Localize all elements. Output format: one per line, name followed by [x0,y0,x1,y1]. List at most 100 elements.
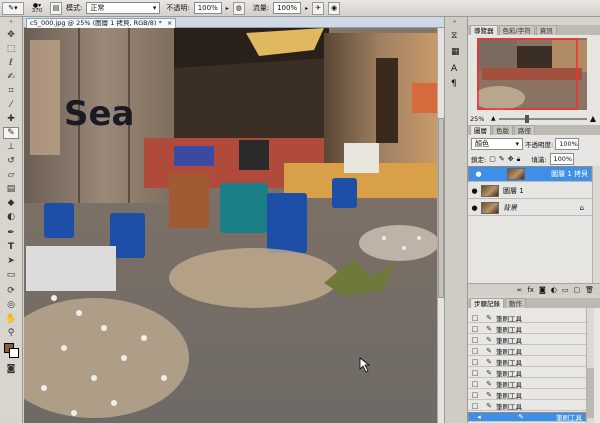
3d-rotate-tool-icon[interactable]: ⟳ [3,285,19,297]
tab-actions[interactable]: 動作 [505,298,526,308]
airbrush-button[interactable]: ✈ [312,1,325,15]
lock-transparency-icon[interactable]: ▢ [489,155,496,163]
history-state-checkbox-icon[interactable]: □ [468,380,482,388]
quick-mask-icon[interactable]: ◙ [3,363,19,375]
move-tool-icon[interactable]: ✥ [3,29,19,41]
lasso-tool-icon[interactable]: ℓ [3,57,19,69]
history-state-checkbox-icon[interactable]: □ [468,336,482,344]
eyedropper-tool-icon[interactable]: ⁄ [3,99,19,111]
eraser-tool-icon[interactable]: ▱ [3,169,19,181]
blend-mode-select[interactable]: 顏色 ▾ [471,138,523,150]
history-item[interactable]: □ ✎ 筆刷工具 [468,313,586,323]
lock-pixels-icon[interactable]: ✎ [499,155,505,163]
hand-tool-icon[interactable]: ✋ [3,313,19,325]
zoom-slider[interactable] [498,114,587,123]
tab-paths[interactable]: 路徑 [514,125,535,135]
adjustment-icon[interactable]: ◐ [551,286,557,294]
history-item[interactable]: □ ✎ 筆刷工具 [468,346,586,356]
mode-select[interactable]: 正常 ▾ [86,2,161,14]
shape-tool-icon[interactable]: ▭ [3,269,19,281]
properties-panel-icon[interactable]: ▦ [451,47,460,57]
zoom-in-icon[interactable]: ▲ [590,114,596,123]
toolbox-collapse-icon[interactable]: » [3,19,19,25]
history-item[interactable]: □ ✎ 筆刷工具 [468,335,586,345]
gradient-tool-icon[interactable]: ▤ [3,183,19,195]
brush-tool-preset-picker[interactable]: ✎▾ [2,1,24,15]
mask-icon[interactable]: ◙ [539,286,546,294]
paragraph-panel-icon[interactable]: ¶ [451,79,457,89]
history-state-checkbox-icon[interactable]: □ [468,325,482,333]
zoom-out-icon[interactable]: ▲ [491,115,496,122]
quick-selection-tool-icon[interactable]: ✍ [3,71,19,83]
fx-icon[interactable]: fx [527,286,534,294]
visibility-eye-icon[interactable]: ● [468,204,481,212]
history-state-checkbox-icon[interactable]: □ [468,347,482,355]
history-item[interactable]: □ ✎ 筆刷工具 [468,324,586,334]
tab-history[interactable]: 步驟記錄 [470,298,504,308]
dock-collapse-icon[interactable]: « [453,19,456,25]
history-state-checkbox-icon[interactable]: □ [468,314,482,322]
crop-tool-icon[interactable]: ⌗ [3,85,19,97]
zoom-slider-handle[interactable] [525,114,530,123]
opacity-input[interactable]: 100% [193,2,222,14]
navigator-zoom-value[interactable]: 25% [470,115,488,123]
toggle-brush-panel-button[interactable]: ▤ [50,1,62,15]
history-state-checkbox-icon[interactable]: □ [468,391,482,399]
blur-tool-icon[interactable]: ◆ [3,197,19,209]
layer-row[interactable]: ● 圖層 1 [468,183,592,199]
layer-opacity-input[interactable]: 100% [555,138,580,150]
history-item[interactable]: □ ✎ 筆刷工具 [468,357,586,367]
vertical-scrollbar[interactable] [437,28,444,423]
background-color-swatch[interactable] [9,348,19,358]
document-tab[interactable]: c5_000.jpg @ 25% (图層 1 拷貝, RGB/8) * × [26,18,177,28]
chevron-right-icon[interactable]: ▸ [226,5,229,12]
new-layer-icon[interactable]: ▢ [573,286,580,294]
history-scrollbar-thumb[interactable] [587,368,594,418]
history-item[interactable]: □ ✎ 筆刷工具 [468,390,586,400]
layer-row[interactable]: ● 背景 ⌂ [468,200,592,216]
tab-channels[interactable]: 色版 [492,125,513,135]
chevron-right-icon[interactable]: ▸ [305,5,308,12]
history-state-checkbox-icon[interactable]: □ [468,369,482,377]
healing-brush-tool-icon[interactable]: ✚ [3,113,19,125]
layer-fill-input[interactable]: 100% [549,153,574,165]
trash-icon[interactable]: 🗑︎ [585,286,594,294]
history-item[interactable]: □ ✎ 筆刷工具 [468,368,586,378]
pen-tool-icon[interactable]: ✒ [3,227,19,239]
visibility-eye-icon[interactable]: ● [468,187,481,195]
character-panel-icon[interactable]: A [451,64,457,74]
tab-color[interactable]: 色彩/字符 [498,25,535,35]
link-icon[interactable]: ∞ [517,286,523,294]
zoom-tool-icon[interactable]: ⚲ [3,327,19,339]
path-selection-tool-icon[interactable]: ➤ [3,255,19,267]
pressure-size-button[interactable]: ◉ [328,1,341,15]
image-canvas[interactable]: Sea [24,28,437,423]
history-state-checkbox-icon[interactable]: ◂ [472,413,486,421]
pressure-opacity-button[interactable]: ◍ [232,1,245,15]
history-brush-tool-icon[interactable]: ↺ [3,155,19,167]
dodge-tool-icon[interactable]: ◐ [3,211,19,223]
history-panel-icon[interactable]: ⧖ [451,31,457,41]
history-scrollbar[interactable] [586,308,594,423]
history-state-checkbox-icon[interactable]: □ [468,402,482,410]
marquee-tool-icon[interactable]: ⬚ [3,43,19,55]
visibility-eye-icon[interactable]: ● [472,170,485,178]
tab-info[interactable]: 資訊 [535,25,557,35]
history-item[interactable]: ◂ ✎ 筆刷工具 [468,412,586,422]
tab-layers[interactable]: 圖層 [470,125,491,135]
history-state-checkbox-icon[interactable]: □ [468,358,482,366]
history-item[interactable]: □ ✎ 筆刷工具 [468,401,586,411]
lock-position-icon[interactable]: ✥ [508,155,514,163]
tab-navigator[interactable]: 導覽器 [470,25,498,35]
3d-orbit-tool-icon[interactable]: ◎ [3,299,19,311]
layers-scrollbar[interactable] [592,166,600,286]
layer-row[interactable]: ● 圖層 1 拷貝 [468,166,592,182]
flow-input[interactable]: 100% [273,2,302,14]
brush-tool-icon[interactable]: ✎ [3,127,19,139]
lock-all-icon[interactable]: 🔒︎ [517,155,521,164]
group-icon[interactable]: ▭ [562,286,569,294]
brush-size-picker[interactable]: ●▾ 370 [28,2,46,14]
navigator-thumbnail[interactable] [477,38,587,110]
clone-stamp-tool-icon[interactable]: ⊥ [3,141,19,153]
close-icon[interactable]: × [167,19,172,27]
